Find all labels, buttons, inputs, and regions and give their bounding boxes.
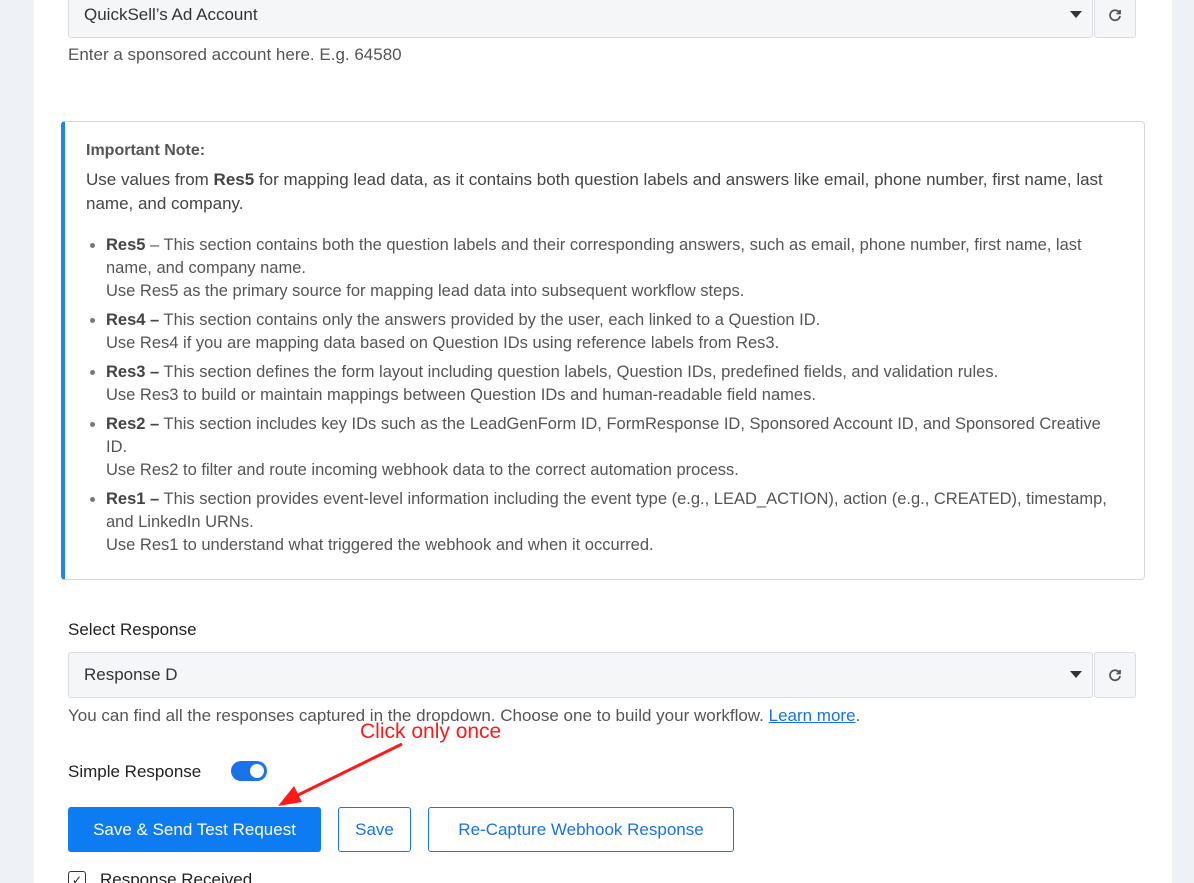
note-intro: Use values from Res5 for mapping lead da… xyxy=(86,168,1126,216)
refresh-response-button[interactable] xyxy=(1094,652,1136,698)
refresh-account-button[interactable] xyxy=(1094,0,1136,38)
response-helper-end: . xyxy=(855,706,861,725)
chevron-down-icon: ✓ xyxy=(68,871,86,883)
response-received-row[interactable]: ✓ Response Received xyxy=(68,870,252,883)
note-intro-bold: Res5 xyxy=(213,170,255,189)
ad-account-select-value: QuickSell’s Ad Account xyxy=(84,5,258,24)
response-received-label: Response Received xyxy=(100,870,253,883)
ad-account-helper: Enter a sponsored account here. E.g. 645… xyxy=(68,45,402,64)
note-intro-text: Use values from xyxy=(86,170,214,189)
chevron-down-icon xyxy=(1070,11,1082,18)
note-item-res1: Res1 – This section provides event-level… xyxy=(106,488,1116,557)
note-item-res5: Res5 – This section contains both the qu… xyxy=(106,234,1116,303)
note-title: Important Note: xyxy=(86,142,206,159)
save-send-test-request-button[interactable]: Save & Send Test Request xyxy=(68,807,321,852)
note-list: Res5 – This section contains both the qu… xyxy=(86,234,1124,557)
response-select-value: Response D xyxy=(84,665,178,684)
ad-account-select-row: QuickSell’s Ad Account xyxy=(68,0,1136,38)
response-select-row: Response D xyxy=(68,652,1136,698)
ad-account-select[interactable]: QuickSell’s Ad Account xyxy=(68,0,1093,38)
note-item-res3: Res3 – This section defines the form lay… xyxy=(106,361,1116,407)
refresh-icon xyxy=(1109,9,1121,22)
note-item-res2: Res2 – This section includes key IDs suc… xyxy=(106,413,1116,482)
annotation-arrow-icon xyxy=(278,742,403,806)
simple-response-label: Simple Response xyxy=(68,762,202,781)
response-select[interactable]: Response D xyxy=(68,652,1093,698)
refresh-icon xyxy=(1109,669,1121,682)
important-note: Important Note: Use values from Res5 for… xyxy=(61,121,1145,580)
learn-more-link[interactable]: Learn more xyxy=(769,706,856,725)
note-item-res4: Res4 – This section contains only the an… xyxy=(106,309,1116,355)
simple-response-toggle[interactable] xyxy=(231,761,267,781)
chevron-down-icon xyxy=(1070,671,1082,678)
recapture-webhook-response-button[interactable]: Re-Capture Webhook Response xyxy=(428,807,734,852)
select-response-label: Select Response xyxy=(68,620,197,639)
save-button[interactable]: Save xyxy=(338,807,411,852)
